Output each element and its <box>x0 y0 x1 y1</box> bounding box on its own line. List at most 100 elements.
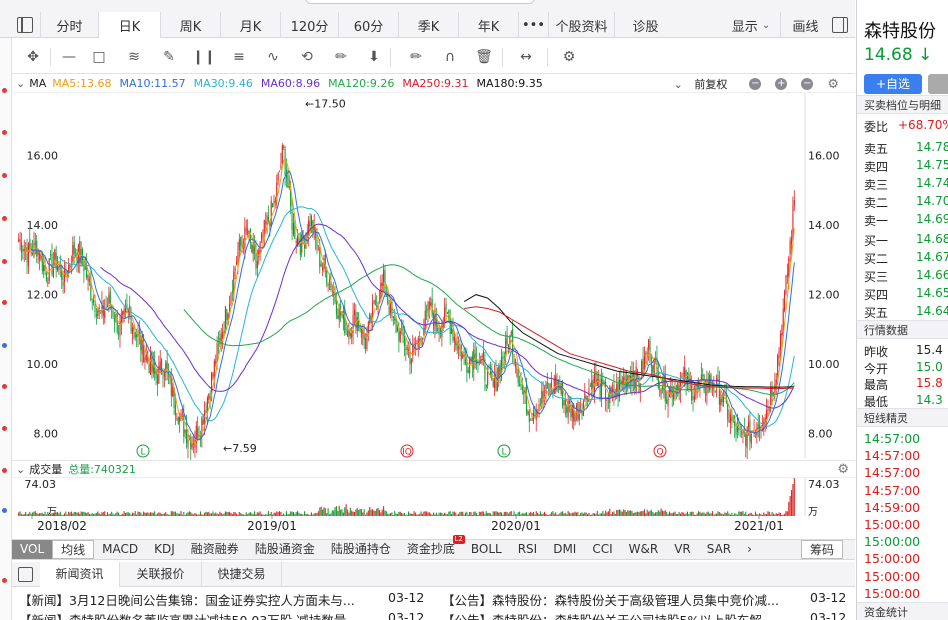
volume-bar <box>614 513 616 516</box>
tab-60min[interactable]: 60分 <box>338 12 398 38</box>
tick-time[interactable]: 15:00:00 <box>864 569 920 584</box>
indicator-tab[interactable]: BOLL <box>463 540 510 559</box>
volume-bar <box>20 513 23 516</box>
ma-line <box>23 159 795 444</box>
volume-bar <box>223 513 225 516</box>
indicator-tab[interactable]: DMI <box>545 540 584 559</box>
indicator-tab[interactable]: VOL <box>12 540 53 559</box>
indicator-tab[interactable]: VR <box>666 540 699 559</box>
volume-bar <box>242 514 245 516</box>
indicator-tab[interactable]: 均线 <box>52 540 95 559</box>
minimize-icon[interactable]: − <box>801 78 814 90</box>
indicator-tab[interactable]: MACD <box>94 540 146 559</box>
volume-bar <box>91 512 93 516</box>
tab-day-k[interactable]: 日K <box>98 12 160 38</box>
expand-horizontal-icon[interactable]: ↔ <box>517 48 535 66</box>
indicator-tab[interactable]: SAR <box>699 540 739 559</box>
wave-tool-icon[interactable]: ∿ <box>264 48 282 66</box>
tab-week-k[interactable]: 周K <box>160 12 220 38</box>
indicator-tab[interactable]: 融资融券 <box>183 540 247 559</box>
tab-diagnose[interactable]: 诊股 <box>614 12 676 38</box>
tick-time[interactable]: 14:59:00 <box>864 500 920 515</box>
volume-bar <box>184 514 186 516</box>
tick-time[interactable]: 14:57:00 <box>864 465 920 480</box>
panel-toggle-icon[interactable] <box>18 567 33 582</box>
volume-bar <box>442 514 444 516</box>
tab-season-k[interactable]: 季K <box>398 12 458 38</box>
tab-month-k[interactable]: 月K <box>220 12 280 38</box>
volume-bar <box>108 514 110 516</box>
cycle-tool-icon[interactable]: ⟲ <box>298 48 316 66</box>
indicator-tab[interactable]: KDJ <box>146 540 183 559</box>
news-item[interactable]: 【新闻】森特股份数名董监高累计减持50.03万股 减持数量 <box>19 610 374 620</box>
volume-bar <box>106 512 109 516</box>
tick-time[interactable]: 15:00:00 <box>864 517 920 532</box>
adjust-dropdown[interactable]: ⌄ 前复权 <box>674 76 736 92</box>
chip-distribution-button[interactable]: 筹码 <box>800 540 843 559</box>
volume-bar <box>735 513 737 516</box>
more-tabs-button[interactable]: ••• <box>518 12 548 38</box>
candle-body <box>62 282 64 286</box>
left-panel-toggle-icon[interactable] <box>17 17 33 33</box>
volume-bar <box>259 511 261 516</box>
trash-icon[interactable]: 🗑 <box>475 48 493 66</box>
bars-tool-icon[interactable]: ❙❙ <box>192 48 215 66</box>
rectangle-tool-icon[interactable]: □ <box>90 48 108 66</box>
settings-gear-icon[interactable]: ⚙ <box>837 462 849 477</box>
zoom-out-icon[interactable]: − <box>749 78 762 90</box>
zoom-in-icon[interactable]: + <box>775 78 788 90</box>
volume-bar <box>22 514 24 516</box>
display-dropdown[interactable]: 显示 ⌄ <box>722 12 780 38</box>
tab-120min[interactable]: 120分 <box>280 12 338 38</box>
volume-bar <box>732 514 734 516</box>
announcement-item[interactable]: 【公告】森特股份：森特股份关于公司持股5%以上股东解... <box>442 610 797 620</box>
indicator-tab[interactable]: CCI <box>584 540 620 559</box>
tick-time[interactable]: 14:57:00 <box>864 448 920 463</box>
indicator-tab[interactable]: W&R <box>621 540 667 559</box>
chevron-right-icon[interactable]: › <box>739 540 760 559</box>
line-tool-icon[interactable]: — <box>60 48 78 66</box>
fan-tool-icon[interactable]: ≋ <box>125 48 143 66</box>
candle-body <box>26 247 28 262</box>
volume-bar <box>247 514 249 516</box>
volume-bar <box>485 511 487 516</box>
tick-time[interactable]: 15:00:00 <box>864 534 920 549</box>
indicator-tab[interactable]: 陆股通持仓 <box>323 540 399 559</box>
indicator-tab[interactable]: RSI <box>510 540 546 559</box>
volume-bar <box>58 513 60 516</box>
arrow-down-tool-icon[interactable]: ⬇ <box>365 48 383 66</box>
collapse-icon[interactable]: ⌄ <box>16 463 25 476</box>
draw-line-button[interactable]: 画线 <box>780 12 830 38</box>
tick-time[interactable]: 15:00:00 <box>864 586 920 601</box>
candle-body <box>649 340 651 362</box>
tick-time[interactable]: 14:57:00 <box>864 431 920 446</box>
crosshair-icon[interactable]: ✥ <box>24 48 42 66</box>
volume-bar <box>33 511 35 516</box>
tab-quick-trade[interactable]: 快捷交易 <box>202 562 282 587</box>
secondary-button[interactable] <box>928 74 948 94</box>
tab-year-k[interactable]: 年K <box>458 12 518 38</box>
indicator-tab[interactable]: 资金抄底 L2 <box>399 535 465 559</box>
volume-unit-left: 万 <box>47 507 57 518</box>
collapse-icon[interactable]: ⌄ <box>16 77 25 90</box>
tab-fenshi[interactable]: 分时 <box>40 12 98 38</box>
volume-bar <box>480 511 482 516</box>
tick-time[interactable]: 15:00:00 <box>864 551 920 566</box>
tab-related-quotes[interactable]: 关联报价 <box>120 562 202 587</box>
settings-gear-icon[interactable]: ⚙ <box>827 77 839 92</box>
magnet-icon[interactable]: ∩ <box>441 48 459 66</box>
news-item[interactable]: 【新闻】3月12日晚间公告集锦：国金证券实控人方面未与... <box>19 590 374 608</box>
settings-icon[interactable]: ⚙ <box>560 48 578 66</box>
search-box[interactable] <box>305 0 535 4</box>
fibonacci-tool-icon[interactable]: ≡ <box>230 48 248 66</box>
tab-news[interactable]: 新闻资讯 <box>40 562 120 587</box>
gann-tool-icon[interactable]: ✏ <box>332 48 350 66</box>
pen-tool-icon[interactable]: ✎ <box>160 48 178 66</box>
tick-time[interactable]: 14:57:00 <box>864 483 920 498</box>
indicator-tab[interactable]: 陆股通资金 <box>247 540 323 559</box>
announcement-item[interactable]: 【公告】森特股份：森特股份关于高级管理人员集中竞价减... <box>442 590 797 608</box>
add-watchlist-button[interactable]: +自选 <box>864 74 922 94</box>
right-panel-toggle-icon[interactable] <box>832 17 848 33</box>
tab-stock-profile[interactable]: 个股资料 <box>548 12 614 38</box>
eraser-icon[interactable]: ✏ <box>407 48 425 66</box>
